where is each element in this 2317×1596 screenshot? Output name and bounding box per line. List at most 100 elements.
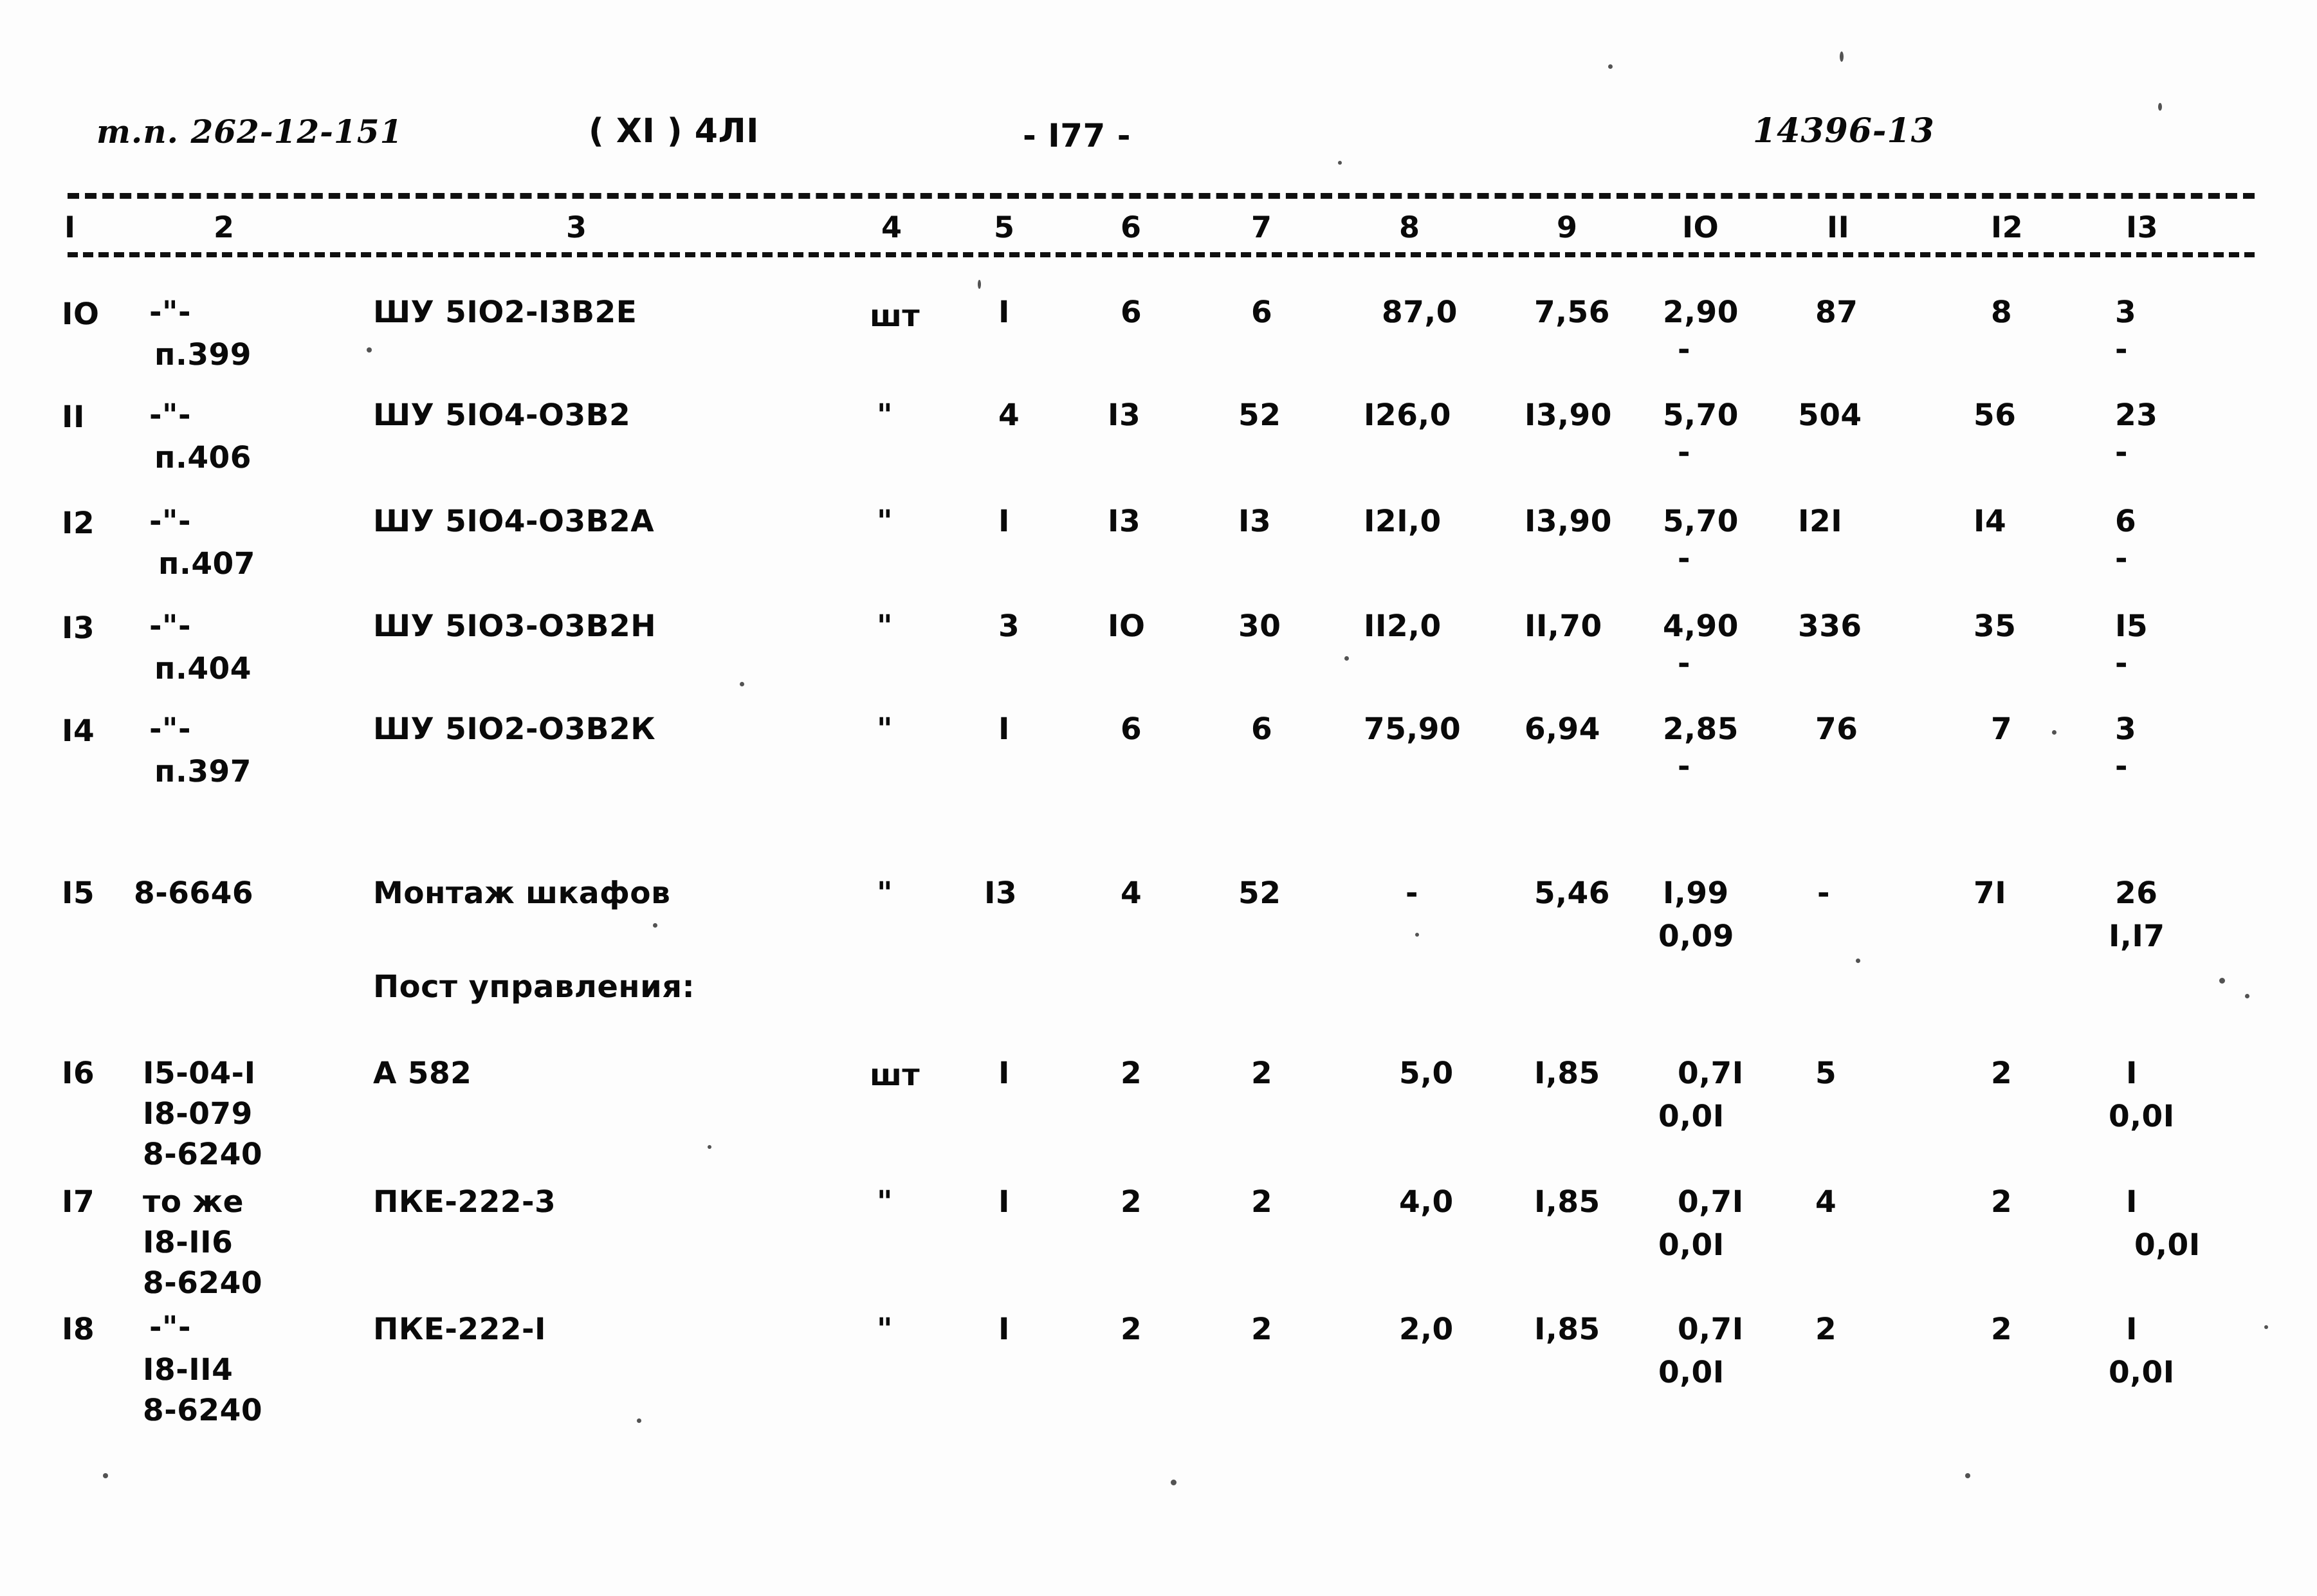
scan-speck <box>708 1145 711 1149</box>
table-row: I <box>2126 1184 2138 1220</box>
scan-speck <box>637 1418 641 1423</box>
scan-speck <box>2264 1325 2268 1329</box>
table-row: I,85 <box>1534 1312 1600 1347</box>
table-row: I8-079 <box>143 1096 253 1132</box>
table-row: 5,70 <box>1663 398 1739 433</box>
column-header-7: 7 <box>1251 210 1272 244</box>
table-head-rule-top <box>68 193 2255 199</box>
table-row: I3 <box>62 610 95 646</box>
table-row: 2,90 <box>1663 295 1739 330</box>
table-row: 3 <box>2115 711 2137 747</box>
table-row: Монтаж шкафов <box>373 876 671 911</box>
table-row: 76 <box>1815 711 1858 747</box>
table-row: I6 <box>62 1056 95 1091</box>
table-row: - <box>2115 541 2129 576</box>
table-row: 52 <box>1238 876 1281 911</box>
scan-speck <box>1415 933 1419 937</box>
column-header-10: IO <box>1682 210 1719 244</box>
scan-speck <box>1965 1473 1970 1478</box>
table-row: 87 <box>1815 295 1858 330</box>
table-row: I <box>998 711 1010 747</box>
table-row: 0,0I <box>1658 1099 1725 1134</box>
scan-speck <box>103 1473 108 1478</box>
table-row: - <box>2115 646 2129 681</box>
table-row: 0,0I <box>2109 1355 2175 1390</box>
table-row: 30 <box>1238 609 1281 644</box>
table-row: 2 <box>1991 1056 2013 1091</box>
table-row: II2,0 <box>1364 609 1442 644</box>
table-row: 2 <box>1815 1312 1837 1347</box>
table-row: - <box>1678 541 1691 576</box>
column-header-5: 5 <box>994 210 1015 244</box>
table-row: I4 <box>1974 504 2007 539</box>
column-header-11: II <box>1827 210 1850 244</box>
table-row: 7 <box>1991 711 2013 747</box>
table-row: 2 <box>1121 1312 1142 1347</box>
table-row: I5-04-I <box>143 1056 256 1091</box>
table-row: 87,0 <box>1382 295 1458 330</box>
table-row: - <box>1678 749 1691 784</box>
table-row: - <box>2115 435 2129 470</box>
table-row: 2,0 <box>1399 1312 1454 1347</box>
table-row: 5,46 <box>1534 876 1610 911</box>
page-number: - I77 - <box>1023 117 1131 154</box>
table-row: ШУ 5IО4-О3В2А <box>373 504 655 539</box>
table-row: 2 <box>1121 1184 1142 1220</box>
scan-speck <box>1856 959 1860 963</box>
table-row: I3 <box>984 876 1018 911</box>
column-header-12: I2 <box>1991 210 2024 244</box>
scan-speck <box>653 923 657 928</box>
table-row: 23 <box>2115 398 2158 433</box>
table-row: ШУ 5IО4-О3В2 <box>373 398 631 433</box>
table-row: -"- <box>149 711 192 747</box>
table-row: I2I <box>1798 504 1843 539</box>
table-row: I8-II6 <box>143 1225 234 1260</box>
table-row: п.407 <box>158 546 255 582</box>
table-row: I2 <box>62 506 95 541</box>
table-row: I <box>2126 1056 2138 1091</box>
table-row: -"- <box>149 398 192 433</box>
table-row: - <box>1678 435 1691 470</box>
table-row: " <box>877 876 893 911</box>
table-row: 336 <box>1798 609 1862 644</box>
table-row: 8-6646 <box>134 876 254 911</box>
table-row: 3 <box>998 609 1020 644</box>
scan-speck <box>2219 978 2225 984</box>
table-row: -"- <box>149 1310 192 1345</box>
table-row: ПКЕ-222-I <box>373 1312 546 1347</box>
table-row: 52 <box>1238 398 1281 433</box>
scan-speck <box>1344 656 1349 661</box>
document-code: т.п. 262-12-151 <box>96 113 403 151</box>
table-row: 35 <box>1974 609 2017 644</box>
table-row: I,I7 <box>2109 919 2165 954</box>
table-row: 0,0I <box>2109 1099 2175 1134</box>
archive-stamp: 14396-13 <box>1753 111 1935 151</box>
table-row: 4,0 <box>1399 1184 1454 1220</box>
table-row: " <box>877 1184 893 1220</box>
table-row: I3,90 <box>1525 398 1612 433</box>
scan-speck <box>1840 51 1844 62</box>
table-row: 2 <box>1251 1312 1273 1347</box>
scan-speck <box>2245 994 2249 998</box>
table-row: 0,7I <box>1678 1312 1744 1347</box>
table-row: - <box>1406 876 1419 911</box>
table-row: I3 <box>1238 504 1272 539</box>
column-header-3: 3 <box>566 210 587 244</box>
table-row: I5 <box>62 876 95 911</box>
table-row: -"- <box>149 609 192 644</box>
table-row: I4 <box>62 713 95 749</box>
table-row: I5 <box>2115 609 2148 644</box>
table-row: 56 <box>1974 398 2017 433</box>
table-row: 5 <box>1815 1056 1837 1091</box>
column-header-2: 2 <box>214 210 235 244</box>
table-row: ШУ 5IО2-О3В2К <box>373 711 656 747</box>
table-row: шт <box>870 1058 920 1093</box>
table-row: А 582 <box>373 1056 472 1091</box>
table-row: 2 <box>1251 1056 1273 1091</box>
table-row: I8-II4 <box>143 1352 234 1388</box>
table-row: I3 <box>1108 398 1141 433</box>
table-row: 4 <box>1121 876 1142 911</box>
table-row: -"- <box>149 295 192 330</box>
table-row: п.404 <box>154 651 252 686</box>
table-row: 7,56 <box>1534 295 1610 330</box>
